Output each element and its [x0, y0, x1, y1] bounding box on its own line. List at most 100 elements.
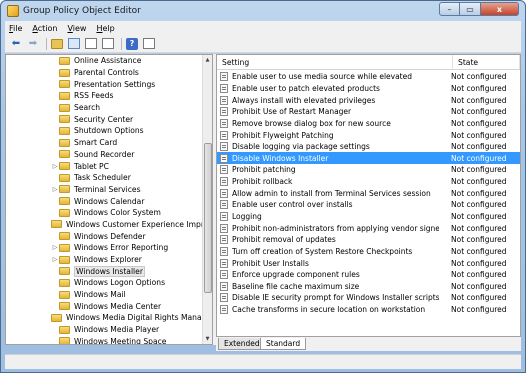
tree-item[interactable]: Windows Customer Experience Improve: [6, 219, 212, 231]
scrollbar-thumb[interactable]: [204, 143, 212, 293]
tree-item[interactable]: Windows Logon Options: [6, 277, 203, 289]
menu-action[interactable]: Action: [32, 24, 57, 33]
policy-row[interactable]: Remove browse dialog box for new source N…: [217, 118, 520, 130]
menu-view[interactable]: View: [67, 24, 86, 33]
policy-row[interactable]: Enable user to patch elevated products No…: [217, 83, 520, 95]
up-folder-button[interactable]: [50, 37, 64, 51]
tree-item[interactable]: Parental Controls: [6, 67, 203, 79]
menu-file[interactable]: File: [9, 24, 22, 33]
scroll-up-icon[interactable]: ▲: [203, 55, 212, 65]
policy-row[interactable]: Prohibit User Installs Not configured: [217, 257, 520, 269]
tab-standard[interactable]: Standard: [260, 338, 307, 350]
folder-icon: [51, 220, 62, 229]
tree-item[interactable]: Windows Calendar: [6, 195, 203, 207]
policy-row[interactable]: Allow admin to install from Terminal Ser…: [217, 187, 520, 199]
policy-state: Not configured: [451, 130, 507, 140]
policy-row[interactable]: Prohibit Use of Restart Manager Not confi…: [217, 106, 520, 118]
help-button[interactable]: ?: [125, 37, 139, 51]
tree-item[interactable]: ▷ Terminal Services: [6, 184, 203, 196]
properties-button[interactable]: [84, 37, 98, 51]
policy-state: Not configured: [451, 153, 507, 163]
tree-item[interactable]: Task Scheduler: [6, 172, 203, 184]
tree-item[interactable]: ▷ Tablet PC: [6, 160, 203, 172]
tree-item[interactable]: Windows Media Center: [6, 300, 203, 312]
policy-setting-icon: [220, 258, 228, 268]
maximize-button[interactable]: ▭: [460, 2, 481, 16]
tree-item-label: Windows Media Center: [74, 301, 162, 311]
expand-arrow-icon[interactable]: ▷: [51, 186, 59, 193]
tree-item[interactable]: ▷ Windows Error Reporting: [6, 242, 203, 254]
tree-vertical-scrollbar[interactable]: ▲ ▼: [202, 55, 212, 344]
policy-row[interactable]: Disable logging via package settings Not …: [217, 141, 520, 153]
policy-row[interactable]: Prohibit patching Not configured: [217, 164, 520, 176]
policy-state: Not configured: [451, 212, 507, 221]
policy-name: Disable logging via package settings: [232, 142, 370, 152]
policy-row[interactable]: Enable user control over installs Not con…: [217, 199, 520, 211]
tree-item[interactable]: Windows Media Player: [6, 324, 203, 336]
console-tree: Online Assistance Parental Controls Presen…: [6, 55, 212, 345]
tree-item[interactable]: Windows Media Digital Rights Managem: [6, 312, 212, 324]
expand-arrow-icon[interactable]: ▷: [51, 244, 59, 251]
show-hide-tree-button[interactable]: [67, 37, 81, 51]
minimize-button[interactable]: –: [439, 2, 460, 16]
tree-item[interactable]: Windows Meeting Space: [6, 336, 203, 345]
policy-row[interactable]: Prohibit non-administrators from applyin…: [217, 222, 520, 234]
tree-item[interactable]: Windows Mail: [6, 289, 203, 301]
tree-item[interactable]: ▷ Windows Explorer: [6, 254, 203, 266]
tree-item[interactable]: RSS Feeds: [6, 90, 203, 102]
expand-arrow-icon[interactable]: ▷: [51, 163, 59, 170]
policy-state: Not configured: [451, 281, 507, 291]
tree-item[interactable]: Shutdown Options: [6, 125, 203, 137]
tree-item[interactable]: Security Center: [6, 113, 203, 125]
tree-item[interactable]: Windows Installer: [6, 265, 203, 277]
policy-setting-icon: [220, 177, 228, 187]
tree-item[interactable]: Windows Defender: [6, 230, 203, 242]
policy-row[interactable]: Disable IE security prompt for Windows I…: [217, 292, 520, 304]
policy-setting-icon: [220, 142, 228, 152]
tree-item[interactable]: Presentation Settings: [6, 78, 203, 90]
policy-row[interactable]: Cache transforms in secure location on w…: [217, 304, 520, 316]
tree-item[interactable]: Sound Recorder: [6, 149, 203, 161]
column-header-setting[interactable]: Setting: [217, 55, 453, 69]
policy-name: Prohibit rollback: [232, 177, 293, 187]
policy-setting-icon: [220, 281, 228, 291]
close-button[interactable]: x: [481, 2, 519, 16]
tree-item[interactable]: Search: [6, 102, 203, 114]
folder-icon: [59, 290, 70, 299]
policy-row[interactable]: Prohibit removal of updates Not configure…: [217, 234, 520, 246]
properties-icon: [85, 38, 97, 49]
menu-help[interactable]: Help: [96, 24, 114, 33]
tree-item-label: Windows Calendar: [74, 196, 145, 206]
tab-extended[interactable]: Extended: [218, 338, 266, 350]
export-list-button[interactable]: [101, 37, 115, 51]
policy-setting-icon: [220, 235, 228, 245]
policy-row[interactable]: Disable Windows Installer Not configured: [217, 152, 520, 165]
menu-help-label: elp: [102, 23, 115, 33]
tree-item-label: Smart Card: [74, 138, 118, 148]
tree-item[interactable]: Windows Color System: [6, 207, 203, 219]
policy-row[interactable]: Turn off creation of System Restore Chec…: [217, 246, 520, 258]
tree-item-label: Shutdown Options: [74, 126, 144, 136]
policy-state: Not configured: [451, 270, 507, 280]
back-arrow-icon[interactable]: ⬅: [9, 37, 23, 51]
expand-arrow-icon[interactable]: ▷: [51, 256, 59, 263]
scroll-down-icon[interactable]: ▼: [203, 334, 212, 344]
tree-item[interactable]: Online Assistance: [6, 55, 203, 67]
policy-row[interactable]: Baseline file cache maximum size Not conf…: [217, 281, 520, 293]
filter-button[interactable]: [142, 37, 156, 51]
policy-row[interactable]: Prohibit rollback Not configured: [217, 176, 520, 188]
policy-row[interactable]: Prohibit Flyweight Patching Not configure…: [217, 129, 520, 141]
policy-row[interactable]: Always install with elevated privileges N…: [217, 94, 520, 106]
column-header-state[interactable]: State: [453, 55, 520, 69]
policy-row[interactable]: Enable user to use media source while el…: [217, 71, 520, 83]
policy-row[interactable]: Logging Not configured: [217, 211, 520, 223]
policy-name: Allow admin to install from Terminal Ser…: [232, 188, 431, 198]
tree-item[interactable]: Smart Card: [6, 137, 203, 149]
policy-row[interactable]: Enforce upgrade component rules Not confi…: [217, 269, 520, 281]
tree-item-label: Sound Recorder: [74, 149, 135, 159]
tree-item-label: Windows Meeting Space: [74, 336, 167, 345]
folder-icon: [59, 162, 70, 171]
title-bar[interactable]: Group Policy Object Editor – ▭ x: [1, 1, 525, 21]
policy-setting-icon: [220, 118, 228, 128]
forward-arrow-icon[interactable]: ➡: [26, 37, 40, 51]
